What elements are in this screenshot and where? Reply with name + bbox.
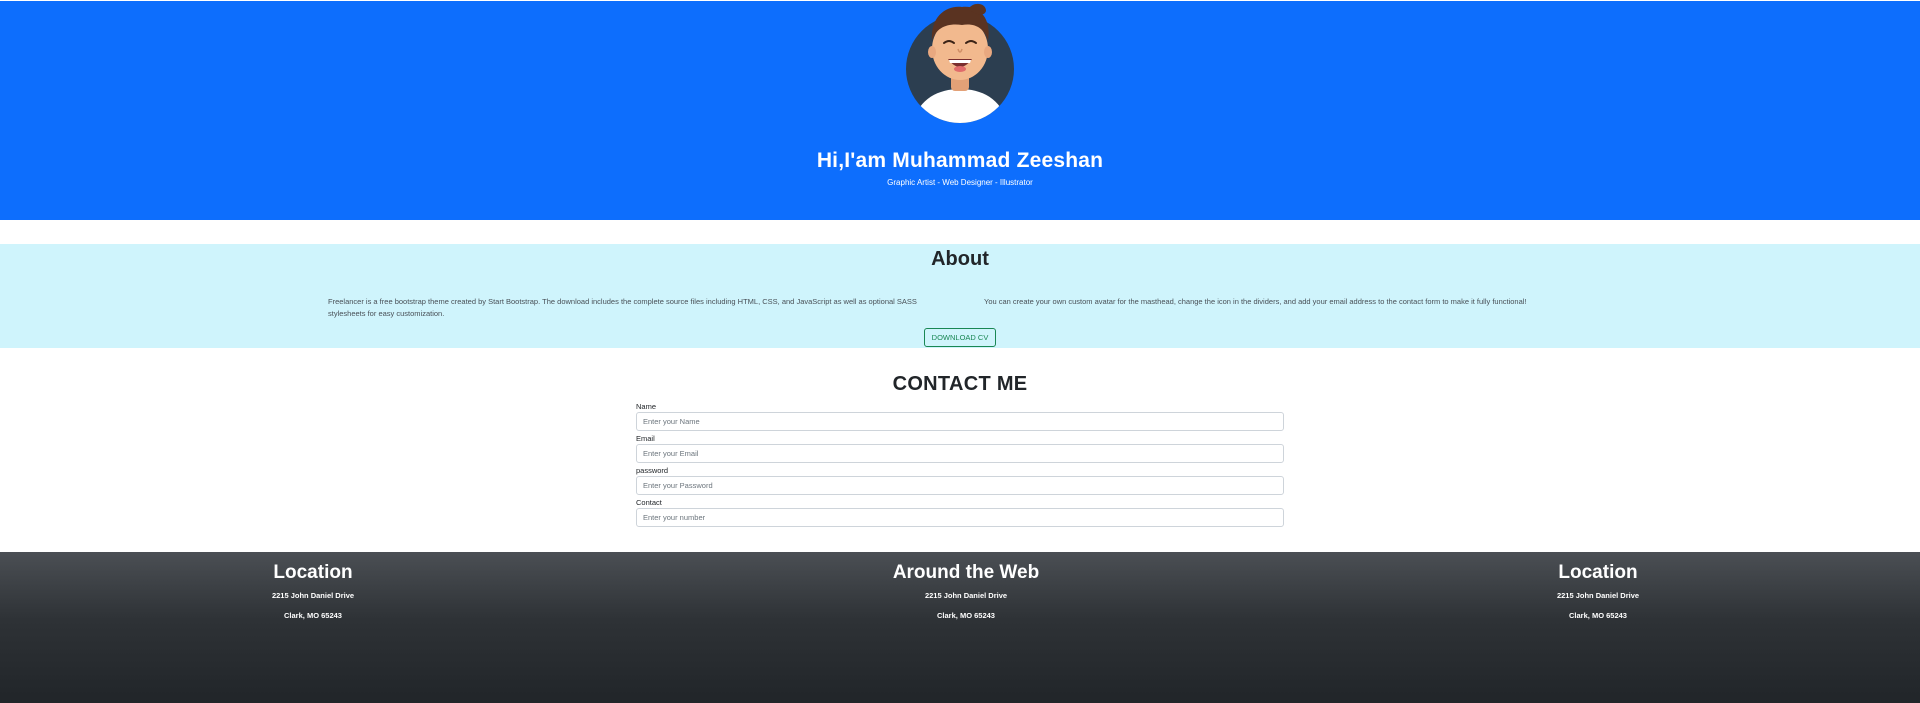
footer-city-line: Clark, MO 65243 (937, 611, 995, 620)
footer-column-location-left: Location 2215 John Daniel Drive Clark, M… (213, 561, 413, 621)
about-section: About Freelancer is a free bootstrap the… (0, 244, 1920, 348)
page-title: Hi,I'am Muhammad Zeeshan (816, 149, 1104, 172)
footer-column-around-the-web: Around the Web 2215 John Daniel Drive Cl… (866, 561, 1066, 621)
name-field[interactable] (636, 412, 1284, 431)
footer-city-line: Clark, MO 65243 (1569, 611, 1627, 620)
about-text-left: Freelancer is a free bootstrap theme cre… (328, 297, 917, 318)
about-text-right: You can create your own custom avatar fo… (984, 297, 1527, 306)
footer: Location 2215 John Daniel Drive Clark, M… (0, 552, 1920, 703)
contact-label: Contact (636, 498, 662, 507)
email-field[interactable] (636, 444, 1284, 463)
password-field[interactable] (636, 476, 1284, 495)
footer-column-location-right: Location 2215 John Daniel Drive Clark, M… (1498, 561, 1698, 621)
name-label: Name (636, 402, 657, 411)
footer-heading: Around the Web (892, 562, 1040, 583)
contact-heading: CONTACT ME (892, 373, 1028, 395)
footer-address-line: 2215 John Daniel Drive (271, 591, 355, 600)
masthead: Hi,I'am Muhammad Zeeshan Graphic Artist … (0, 1, 1920, 220)
footer-heading: Location (273, 562, 353, 583)
about-heading: About (931, 248, 989, 270)
footer-heading: Location (1558, 562, 1638, 583)
email-label: Email (636, 434, 655, 443)
hero-subtitle: Graphic Artist - Web Designer - Illustra… (887, 178, 1033, 187)
download-cv-button[interactable]: DOWNLOAD CV (924, 328, 996, 347)
contact-number-field[interactable] (636, 508, 1284, 527)
footer-address-line: 2215 John Daniel Drive (1556, 591, 1640, 600)
cartoon-avatar-icon (906, 3, 1014, 123)
footer-city-line: Clark, MO 65243 (284, 611, 342, 620)
footer-address-line: 2215 John Daniel Drive (924, 591, 1008, 600)
password-label: password (636, 466, 669, 475)
